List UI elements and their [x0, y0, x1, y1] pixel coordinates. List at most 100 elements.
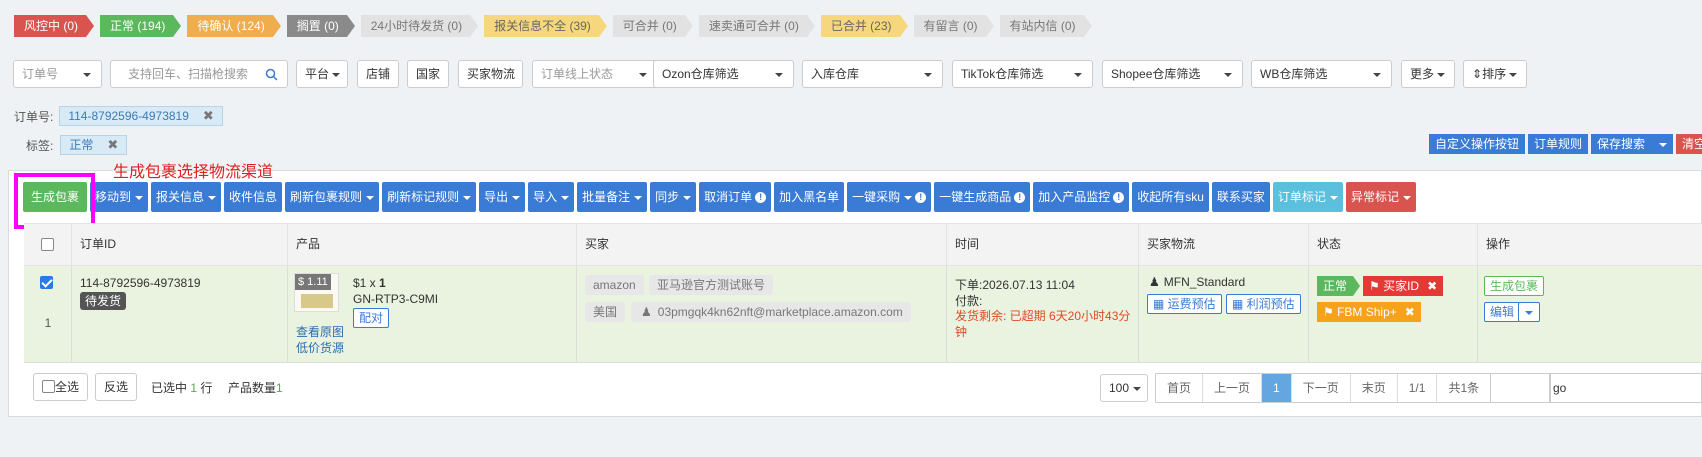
- refresh-package-rules-button[interactable]: 刷新包裹规则: [285, 182, 380, 212]
- profit-estimate-button[interactable]: ▦ 利润预估: [1226, 294, 1301, 314]
- import-button[interactable]: 导入: [528, 182, 575, 212]
- total-count: 共1条: [1448, 381, 1480, 395]
- tab-aliexpress-mergeable[interactable]: 速卖通可合并 (0): [698, 15, 815, 37]
- page-1-button[interactable]: 1: [1262, 374, 1292, 402]
- tab-normal[interactable]: 正常 (194): [100, 15, 182, 37]
- header-checkbox[interactable]: [41, 238, 54, 251]
- tag-icon: ⚑: [1369, 279, 1384, 293]
- edit-dropdown-button[interactable]: [1518, 302, 1540, 322]
- product-image: [301, 294, 333, 308]
- select-all-button[interactable]: 全选: [33, 373, 89, 401]
- receiver-info-button[interactable]: 收件信息: [224, 182, 283, 212]
- goto-page-input[interactable]: [1490, 373, 1550, 403]
- one-click-purchase-button[interactable]: 一键采购!: [847, 182, 932, 212]
- buyer-logistics-button[interactable]: 买家物流: [458, 60, 523, 88]
- price-badge: $ 1.11: [295, 274, 331, 290]
- abnormal-mark-button[interactable]: 异常标记: [1345, 182, 1416, 212]
- export-button[interactable]: 导出: [479, 182, 526, 212]
- more-dropdown[interactable]: 更多: [1401, 60, 1455, 88]
- email-pill[interactable]: ♟ 03pmgqk4kn62nft@marketplace.amazon.com: [631, 302, 911, 322]
- clear-button[interactable]: 清空: [1676, 134, 1702, 154]
- chevron-down-icon: [135, 195, 144, 200]
- order-no-select[interactable]: 订单号: [13, 60, 102, 88]
- freight-estimate-button[interactable]: ▦ 运费预估: [1147, 294, 1222, 314]
- tab-on-hold[interactable]: 搁置 (0): [286, 15, 355, 37]
- close-icon[interactable]: ✖: [1427, 279, 1437, 293]
- prev-page-button[interactable]: 上一页: [1203, 374, 1263, 402]
- tab-risk-control[interactable]: 风控中 (0): [14, 15, 95, 37]
- match-button[interactable]: 配对: [353, 308, 390, 328]
- product-monitor-button[interactable]: 加入产品监控!: [1033, 182, 1130, 212]
- refresh-mark-rules-button[interactable]: 刷新标记规则: [382, 182, 477, 212]
- tiktok-warehouse-select[interactable]: TikTok仓库筛选: [952, 60, 1093, 88]
- goto-page-button[interactable]: go: [1550, 373, 1702, 403]
- chevron-down-icon: [208, 195, 217, 200]
- tag-chip[interactable]: 正常 ✖: [60, 135, 128, 155]
- next-page-button[interactable]: 下一页: [1292, 374, 1351, 402]
- platform-dropdown[interactable]: 平台: [296, 60, 348, 88]
- batch-note-button[interactable]: 批量备注: [577, 182, 648, 212]
- column-action: 操作: [1486, 237, 1511, 251]
- info-icon: !: [1014, 192, 1026, 204]
- product-thumbnail[interactable]: $ 1.11: [294, 273, 339, 312]
- shop-button[interactable]: 店铺: [357, 60, 399, 88]
- tab-merged[interactable]: 已合并 (23): [820, 15, 908, 37]
- tag-filter: 标签: 正常 ✖: [26, 135, 128, 155]
- sort-dropdown[interactable]: ⇕排序: [1463, 60, 1527, 88]
- order-no-filter: 订单号: 114-8792596-4973819 ✖: [14, 106, 223, 126]
- cancel-order-button[interactable]: 取消订单!: [699, 182, 772, 212]
- last-page-button[interactable]: 末页: [1351, 374, 1398, 402]
- custom-action-button[interactable]: 自定义操作按钮: [1428, 134, 1525, 154]
- collapse-sku-button[interactable]: 收起所有sku: [1132, 182, 1209, 212]
- selected-count: 已选中 1 行: [151, 381, 213, 395]
- online-status-select[interactable]: 订单线上状态: [532, 60, 658, 88]
- tab-mergeable[interactable]: 可合并 (0): [612, 15, 693, 37]
- edit-button[interactable]: 编辑: [1484, 302, 1521, 322]
- tab-has-inbox[interactable]: 有站内信 (0): [999, 15, 1092, 37]
- column-product: 产品: [288, 224, 577, 267]
- chevron-down-icon: [463, 195, 472, 200]
- order-rules-button[interactable]: 订单规则: [1527, 134, 1588, 154]
- page-size-select[interactable]: 100: [1100, 374, 1148, 402]
- chevron-down-icon: [1373, 73, 1381, 77]
- tab-24h-ship[interactable]: 24小时待发货 (0): [360, 15, 479, 37]
- inbound-warehouse-select[interactable]: 入库仓库: [802, 60, 943, 88]
- generate-product-button[interactable]: 一键生成商品!: [934, 182, 1031, 212]
- info-icon: !: [915, 192, 927, 204]
- cheap-source-link[interactable]: 低价货源: [296, 339, 344, 356]
- add-blacklist-button[interactable]: 加入黑名单: [774, 182, 845, 212]
- ozon-warehouse-select[interactable]: Ozon仓库筛选: [653, 60, 794, 88]
- contact-buyer-button[interactable]: 联系买家: [1211, 182, 1270, 212]
- order-no-chip[interactable]: 114-8792596-4973819 ✖: [59, 106, 223, 126]
- sync-button[interactable]: 同步: [650, 182, 697, 212]
- user-icon: ♟: [641, 305, 652, 319]
- chevron-down-icon: [561, 195, 570, 200]
- wb-warehouse-select[interactable]: WB仓库筛选: [1251, 60, 1392, 88]
- status-cell: 正常 ⚑ 买家ID ✖ ⚑ FBM Ship+ ✖: [1309, 266, 1478, 363]
- close-icon[interactable]: ✖: [203, 107, 214, 125]
- customs-info-button[interactable]: 报关信息: [151, 182, 222, 212]
- search-input[interactable]: 支持回车、扫描枪搜索: [110, 60, 288, 88]
- status-badge: 正常: [1317, 276, 1361, 296]
- shopee-warehouse-select[interactable]: Shopee仓库筛选: [1102, 60, 1243, 88]
- invert-selection-button[interactable]: 反选: [95, 373, 138, 401]
- info-icon: !: [1113, 192, 1125, 204]
- country-button[interactable]: 国家: [407, 60, 449, 88]
- row-checkbox[interactable]: [40, 276, 53, 289]
- close-icon[interactable]: ✖: [1405, 305, 1415, 319]
- view-image-link[interactable]: 查看原图: [296, 323, 344, 340]
- chevron-down-icon: [1437, 72, 1446, 77]
- save-search-button[interactable]: 保存搜索: [1590, 134, 1673, 154]
- move-to-button[interactable]: 移动到: [90, 182, 149, 212]
- first-page-button[interactable]: 首页: [1156, 374, 1204, 402]
- close-icon[interactable]: ✖: [107, 136, 118, 154]
- column-time: 时间: [947, 224, 1139, 267]
- tab-has-message[interactable]: 有留言 (0): [913, 15, 994, 37]
- order-id-text[interactable]: 114-8792596-4973819: [80, 276, 201, 290]
- tab-customs-incomplete[interactable]: 报关信息不全 (39): [484, 15, 607, 37]
- tab-pending-confirm[interactable]: 待确认 (124): [187, 15, 282, 37]
- order-mark-button[interactable]: 订单标记: [1272, 182, 1343, 212]
- chevron-down-icon[interactable]: [1659, 142, 1667, 147]
- chevron-down-icon: [83, 73, 91, 77]
- generate-package-row-button[interactable]: 生成包裹: [1484, 276, 1545, 296]
